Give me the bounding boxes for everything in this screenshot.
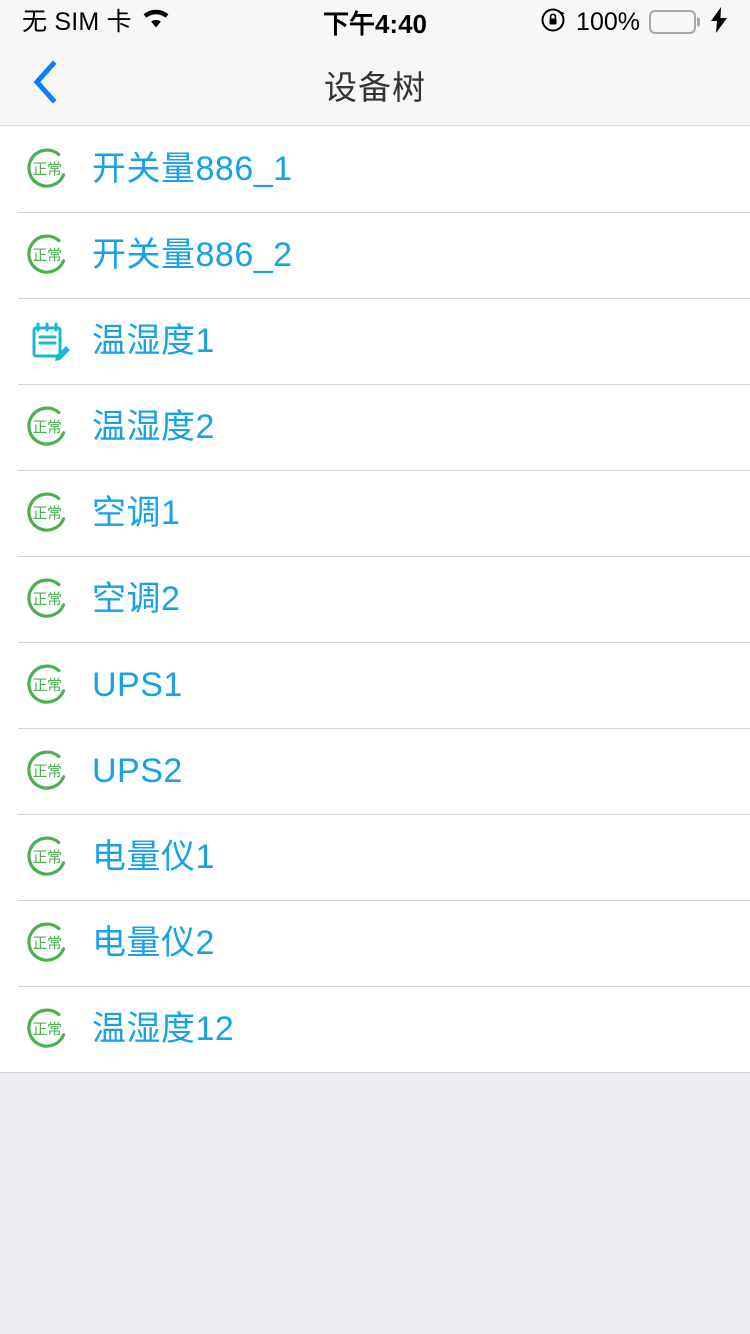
status-bar-right: 100% xyxy=(540,6,728,38)
list-item[interactable]: 温湿度1 xyxy=(0,298,750,384)
device-name-label: 温湿度2 xyxy=(92,408,215,446)
status-normal-ring-icon: 正常 xyxy=(20,400,74,454)
status-normal-ring-icon: 正常 xyxy=(20,1002,74,1056)
device-name-label: UPS1 xyxy=(92,666,183,704)
list-item[interactable]: 正常 电量仪1 xyxy=(0,814,750,900)
status-label: 正常 xyxy=(32,503,62,522)
device-name-label: 空调1 xyxy=(92,494,181,532)
device-name-label: UPS2 xyxy=(92,752,183,790)
status-label: 正常 xyxy=(32,1019,62,1038)
battery-icon xyxy=(649,10,696,34)
empty-area xyxy=(0,1073,750,1334)
status-normal-ring-icon: 正常 xyxy=(20,486,74,540)
battery-percent-label: 100% xyxy=(576,7,640,36)
chevron-left-icon xyxy=(32,60,58,109)
status-normal-ring-icon: 正常 xyxy=(20,572,74,626)
list-item[interactable]: 正常 空调1 xyxy=(0,470,750,556)
device-name-label: 开关量886_2 xyxy=(92,236,293,274)
list-item[interactable]: 正常 温湿度2 xyxy=(0,384,750,470)
status-label: 正常 xyxy=(32,159,62,178)
status-label: 正常 xyxy=(32,245,62,264)
rotation-lock-icon xyxy=(540,6,567,38)
device-tree-screen: 无 SIM 卡 下午4:40 100% 设备树 正常 开关量886_1 正常 开… xyxy=(0,0,750,1334)
list-item[interactable]: 正常 电量仪2 xyxy=(0,900,750,986)
list-item[interactable]: 正常 温湿度12 xyxy=(0,986,750,1072)
list-item[interactable]: 正常 开关量886_2 xyxy=(0,212,750,298)
list-item[interactable]: 正常 开关量886_1 xyxy=(0,126,750,212)
status-normal-ring-icon: 正常 xyxy=(20,142,74,196)
status-bar: 无 SIM 卡 下午4:40 100% xyxy=(0,0,750,44)
status-label: 正常 xyxy=(32,933,62,952)
page-title: 设备树 xyxy=(324,68,426,106)
status-label: 正常 xyxy=(32,675,62,694)
status-normal-ring-icon: 正常 xyxy=(20,658,74,712)
status-label: 正常 xyxy=(32,761,62,780)
status-normal-ring-icon: 正常 xyxy=(20,830,74,884)
list-item[interactable]: 正常 UPS2 xyxy=(0,728,750,814)
device-list: 正常 开关量886_1 正常 开关量886_2 温湿度1 正常 温湿度2 正常 … xyxy=(0,126,750,1073)
back-button[interactable] xyxy=(0,44,90,126)
device-name-label: 温湿度12 xyxy=(92,1010,235,1048)
note-edit-icon xyxy=(20,314,74,368)
status-label: 正常 xyxy=(32,589,62,608)
list-item[interactable]: 正常 UPS1 xyxy=(0,642,750,728)
device-name-label: 开关量886_1 xyxy=(92,150,293,188)
status-label: 正常 xyxy=(32,847,62,866)
lightning-bolt-icon xyxy=(710,6,728,38)
device-name-label: 温湿度1 xyxy=(92,322,215,360)
status-normal-ring-icon: 正常 xyxy=(20,916,74,970)
device-name-label: 电量仪2 xyxy=(92,924,215,962)
list-item[interactable]: 正常 空调2 xyxy=(0,556,750,642)
device-name-label: 电量仪1 xyxy=(92,838,215,876)
status-label: 正常 xyxy=(32,417,62,436)
status-normal-ring-icon: 正常 xyxy=(20,228,74,282)
status-normal-ring-icon: 正常 xyxy=(20,744,74,798)
navigation-bar: 设备树 xyxy=(0,44,750,126)
device-name-label: 空调2 xyxy=(92,580,181,618)
